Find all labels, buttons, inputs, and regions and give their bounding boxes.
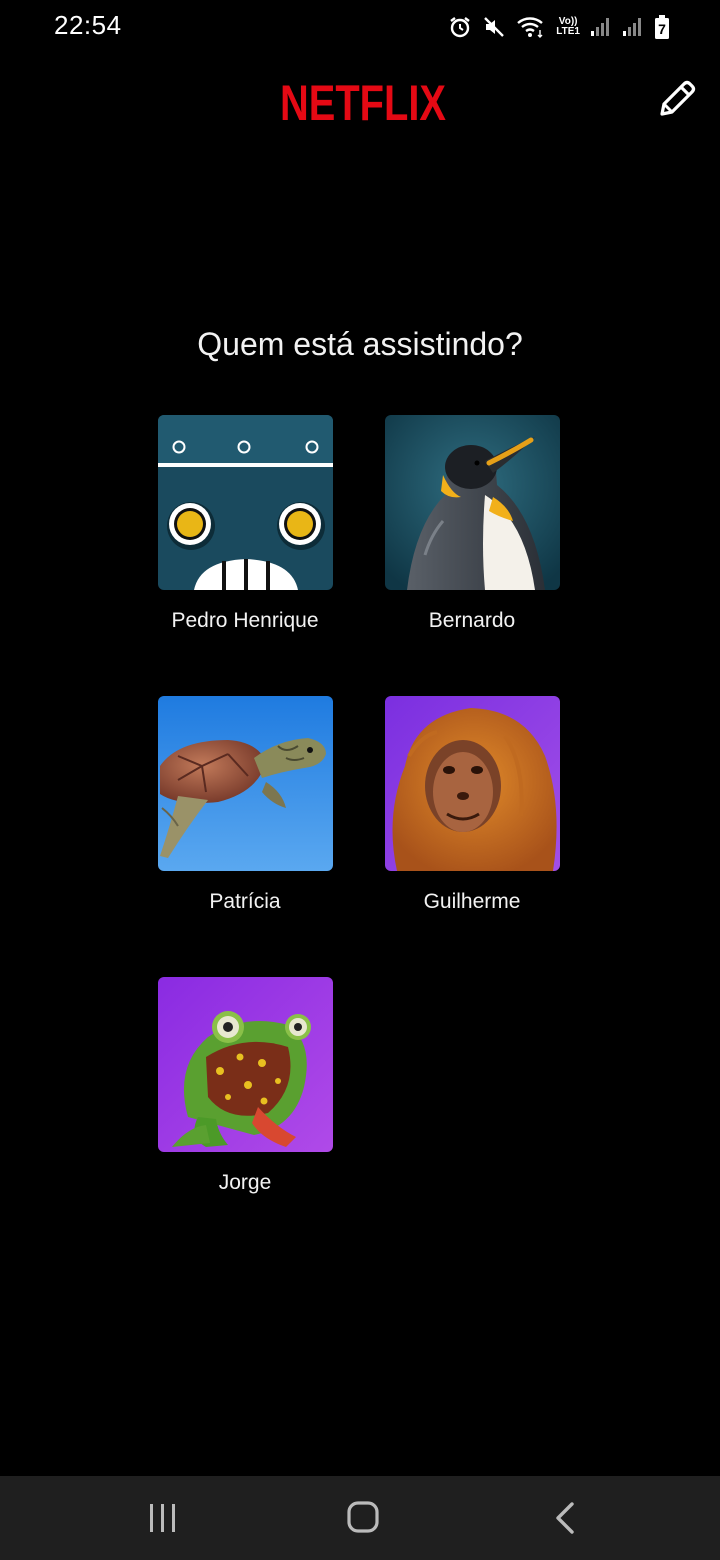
status-bar: 22:54 Vo)) LTE1 7	[0, 0, 720, 56]
battery-level: 7	[658, 21, 666, 37]
turtle-avatar[interactable]	[158, 696, 333, 871]
profile-card-patricia[interactable]: Patrícia	[110, 696, 333, 936]
edit-profiles-button[interactable]	[654, 76, 700, 122]
robot-avatar[interactable]	[158, 415, 333, 590]
volte-icon: Vo)) LTE1	[556, 17, 580, 37]
back-button[interactable]	[534, 1496, 594, 1540]
logo-text: NETFLIX	[280, 75, 446, 128]
status-icons: Vo)) LTE1 7	[448, 12, 670, 42]
profile-card-bernardo[interactable]: Bernardo	[337, 415, 560, 655]
signal-icon	[622, 16, 644, 38]
recent-apps-button[interactable]	[132, 1496, 192, 1540]
pencil-icon	[660, 80, 696, 116]
home-button[interactable]	[333, 1496, 393, 1540]
alarm-icon	[448, 15, 472, 39]
home-icon	[347, 1501, 379, 1533]
status-time: 22:54	[54, 10, 122, 40]
mute-icon	[482, 15, 506, 39]
page-title: Quem está assistindo?	[197, 326, 523, 362]
profile-name: Bernardo	[428, 609, 516, 632]
profile-name: Jorge	[218, 1171, 272, 1194]
netflix-logo: NETFLIX	[278, 74, 448, 131]
battery-icon: 7	[654, 15, 670, 39]
signal-icon	[590, 16, 612, 38]
frog-avatar[interactable]	[158, 977, 333, 1152]
wifi-icon	[516, 15, 546, 39]
profile-name: Guilherme	[423, 890, 521, 913]
system-nav-bar	[0, 1476, 720, 1560]
back-icon	[556, 1502, 574, 1534]
profile-card-jorge[interactable]: Jorge	[110, 977, 333, 1217]
profile-card-guilherme[interactable]: Guilherme	[337, 696, 560, 936]
recent-apps-icon	[150, 1504, 175, 1532]
orangutan-avatar[interactable]	[385, 696, 560, 871]
penguin-avatar[interactable]	[385, 415, 560, 590]
profile-card-pedro-henrique[interactable]: Pedro Henrique	[110, 415, 333, 655]
network-label-bottom: LTE1	[556, 26, 580, 37]
